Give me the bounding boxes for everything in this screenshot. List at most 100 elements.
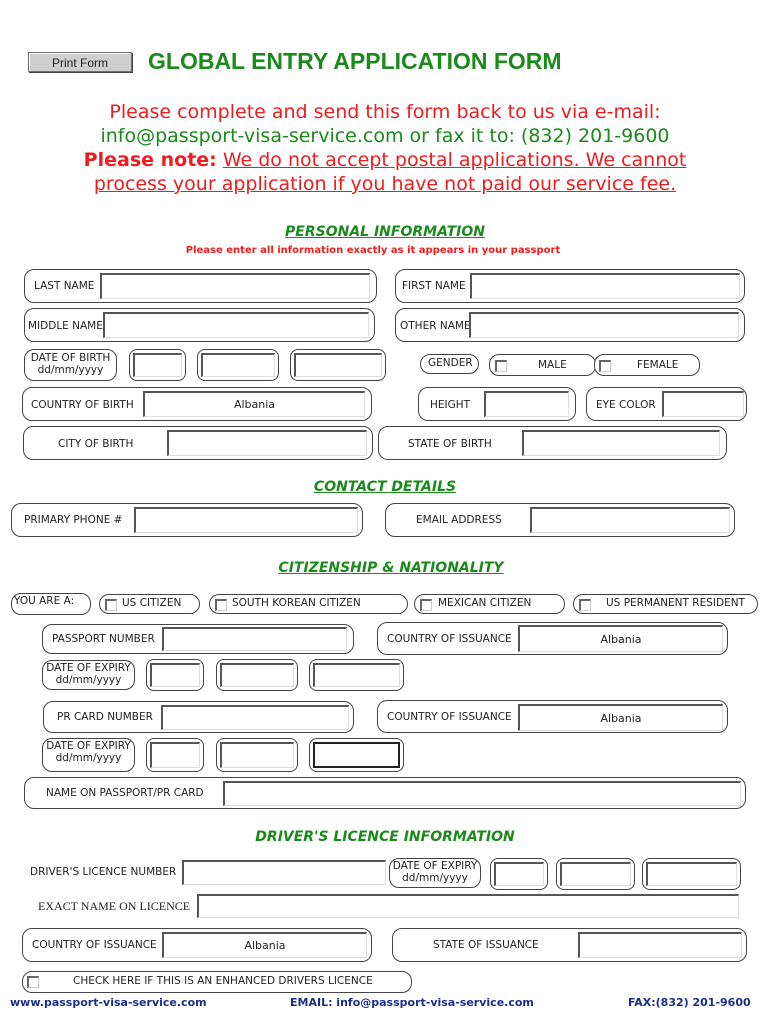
passport-expiry-month-box xyxy=(216,659,298,691)
pr-country-group: COUNTRY OF ISSUANCE xyxy=(377,700,728,733)
exact-name-label: EXACT NAME ON LICENCE xyxy=(38,899,191,913)
print-form-button[interactable]: Print Form xyxy=(28,52,132,72)
state-of-birth-input[interactable] xyxy=(522,430,720,456)
licence-state-group: STATE OF ISSUANCE xyxy=(392,928,747,962)
male-checkbox[interactable] xyxy=(495,360,507,372)
last-name-group: LAST NAME xyxy=(24,269,377,303)
us-pr-label: US PERMANENT RESIDENT xyxy=(606,597,745,609)
option-south-korean-citizen[interactable]: SOUTH KOREAN CITIZEN xyxy=(209,594,408,614)
south-korean-label: SOUTH KOREAN CITIZEN xyxy=(232,597,361,609)
pr-card-number-group: PR CARD NUMBER xyxy=(43,701,354,733)
licence-expiry-year-input[interactable] xyxy=(646,862,737,886)
dob-day-box xyxy=(129,349,186,381)
phone-input[interactable] xyxy=(134,507,358,533)
pr-expiry-day-box xyxy=(146,738,204,772)
passport-note: Please enter all information exactly as … xyxy=(185,245,561,256)
pr-expiry-label: DATE OF EXPIRY dd/mm/yyyy xyxy=(46,740,131,764)
dob-month-input[interactable] xyxy=(201,353,275,377)
passport-expiry-month-input[interactable] xyxy=(220,663,294,687)
passport-country-label: COUNTRY OF ISSUANCE xyxy=(387,633,512,645)
pr-expiry-month-input[interactable] xyxy=(220,742,294,768)
you-are-label-group: YOU ARE A: xyxy=(11,593,91,615)
south-korean-checkbox[interactable] xyxy=(215,599,227,611)
mexican-label: MEXICAN CITIZEN xyxy=(438,597,532,609)
enhanced-licence-option[interactable]: CHECK HERE IF THIS IS AN ENHANCED DRIVER… xyxy=(22,971,412,993)
option-us-permanent-resident[interactable]: US PERMANENT RESIDENT xyxy=(573,594,758,614)
footer-website[interactable]: www.passport-visa-service.com xyxy=(10,996,207,1009)
state-of-birth-label: STATE OF BIRTH xyxy=(408,438,492,450)
section-licence-title: DRIVER'S LICENCE INFORMATION xyxy=(255,829,515,845)
pr-expiry-label-group: DATE OF EXPIRY dd/mm/yyyy xyxy=(42,738,135,772)
dob-year-input[interactable] xyxy=(294,353,382,377)
us-citizen-label: US CITIZEN xyxy=(122,597,182,609)
licence-country-group: COUNTRY OF ISSUANCE xyxy=(22,928,372,962)
section-contact-title: CONTACT DETAILS xyxy=(313,479,457,495)
email-input[interactable] xyxy=(530,507,730,533)
middle-name-label: MIDDLE NAME xyxy=(28,320,103,332)
licence-country-label: COUNTRY OF ISSUANCE xyxy=(32,939,157,951)
height-input[interactable] xyxy=(484,391,569,417)
male-option[interactable]: MALE xyxy=(489,354,596,376)
licence-expiry-label: DATE OF EXPIRY dd/mm/yyyy xyxy=(392,860,478,884)
dob-month-box xyxy=(197,349,279,381)
first-name-input[interactable] xyxy=(470,273,740,299)
dob-label: DATE OF BIRTH dd/mm/yyyy xyxy=(30,352,111,376)
passport-number-input[interactable] xyxy=(162,627,347,651)
pr-country-label: COUNTRY OF ISSUANCE xyxy=(387,711,512,723)
gender-label: GENDER xyxy=(428,357,473,369)
name-on-card-input[interactable] xyxy=(223,781,741,806)
exact-name-input[interactable] xyxy=(197,894,739,918)
licence-state-input[interactable] xyxy=(578,932,742,958)
passport-country-select[interactable] xyxy=(518,625,723,652)
city-of-birth-input[interactable] xyxy=(167,430,367,456)
middle-name-group: MIDDLE NAME xyxy=(24,308,375,342)
last-name-input[interactable] xyxy=(100,273,370,299)
pr-card-number-input[interactable] xyxy=(161,705,349,730)
passport-number-label: PASSPORT NUMBER xyxy=(52,633,155,645)
licence-country-select[interactable] xyxy=(162,932,367,958)
city-of-birth-group: CITY OF BIRTH xyxy=(23,426,373,460)
dob-day-input[interactable] xyxy=(133,353,182,377)
phone-label: PRIMARY PHONE # xyxy=(24,514,123,526)
pr-country-select[interactable] xyxy=(518,704,723,731)
notice-line-2: info@passport-visa-service.com or fax it… xyxy=(100,125,670,147)
pr-expiry-year-box xyxy=(309,738,404,772)
footer-fax: FAX:(832) 201-9600 xyxy=(628,996,751,1009)
licence-expiry-month-input[interactable] xyxy=(560,862,631,886)
footer-email[interactable]: EMAIL: info@passport-visa-service.com xyxy=(290,996,534,1009)
mexican-checkbox[interactable] xyxy=(420,599,432,611)
licence-expiry-day-box xyxy=(490,858,548,890)
height-label: HEIGHT xyxy=(430,399,471,411)
middle-name-input[interactable] xyxy=(103,312,369,338)
pr-expiry-day-input[interactable] xyxy=(150,742,200,768)
eye-color-input[interactable] xyxy=(662,391,744,417)
female-label: FEMALE xyxy=(637,359,679,371)
country-of-birth-group: COUNTRY OF BIRTH xyxy=(22,387,372,421)
us-citizen-checkbox[interactable] xyxy=(105,599,117,611)
female-checkbox[interactable] xyxy=(599,360,611,372)
enhanced-licence-label: CHECK HERE IF THIS IS AN ENHANCED DRIVER… xyxy=(73,975,373,987)
passport-expiry-day-input[interactable] xyxy=(150,663,200,687)
passport-expiry-year-input[interactable] xyxy=(313,663,400,687)
country-of-birth-select[interactable] xyxy=(143,391,365,417)
pr-expiry-year-input[interactable] xyxy=(313,742,400,768)
licence-expiry-year-box xyxy=(642,858,741,890)
licence-expiry-month-box xyxy=(556,858,635,890)
instructions-notice: Please complete and send this form back … xyxy=(0,100,770,196)
us-pr-checkbox[interactable] xyxy=(579,599,591,611)
email-label: EMAIL ADDRESS xyxy=(416,514,502,526)
enhanced-licence-checkbox[interactable] xyxy=(27,976,39,988)
licence-number-input[interactable] xyxy=(182,860,386,885)
licence-expiry-day-input[interactable] xyxy=(494,862,544,886)
female-option[interactable]: FEMALE xyxy=(594,354,700,376)
pr-expiry-month-box xyxy=(216,738,298,772)
last-name-label: LAST NAME xyxy=(34,280,95,292)
email-group: EMAIL ADDRESS xyxy=(385,503,735,537)
other-name-group: OTHER NAME xyxy=(395,308,745,342)
section-personal-title: PERSONAL INFORMATION xyxy=(285,224,485,240)
option-us-citizen[interactable]: US CITIZEN xyxy=(99,594,200,614)
passport-expiry-label: DATE OF EXPIRY dd/mm/yyyy xyxy=(46,662,131,686)
other-name-input[interactable] xyxy=(469,312,739,338)
option-mexican-citizen[interactable]: MEXICAN CITIZEN xyxy=(414,594,565,614)
city-of-birth-label: CITY OF BIRTH xyxy=(58,438,134,450)
